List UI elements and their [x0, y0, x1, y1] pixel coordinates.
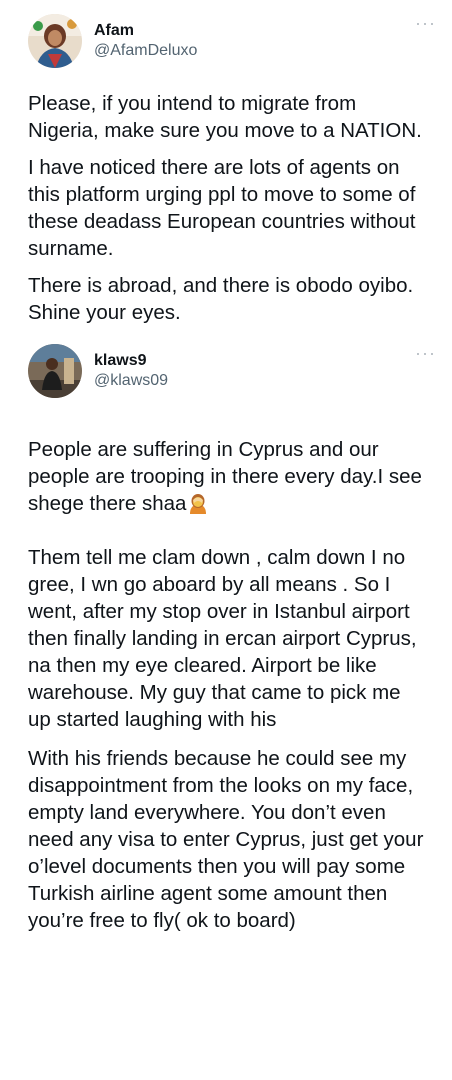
display-name[interactable]: Afam [94, 21, 197, 41]
user-handle[interactable]: @AfamDeluxo [94, 41, 197, 61]
tweet-text: People are suffering in Cyprus and our p… [28, 436, 436, 934]
tweet-header: klaws9 @klaws09 [28, 330, 436, 412]
tweet-paragraph: Please, if you intend to migrate from Ni… [28, 92, 422, 142]
tweet-afam: Afam @AfamDeluxo ··· Please, if you inte… [0, 0, 452, 326]
woman-facepalming-emoji-icon [187, 492, 209, 514]
tweet-paragraph: With his friends because he could see my… [28, 747, 424, 932]
tweet-paragraph: I have noticed there are lots of agents … [28, 156, 416, 260]
tweet-text: Please, if you intend to migrate from Ni… [28, 90, 436, 326]
tweet-header: Afam @AfamDeluxo [28, 0, 436, 82]
author-names: Afam @AfamDeluxo [94, 21, 197, 61]
display-name[interactable]: klaws9 [94, 351, 168, 371]
avatar[interactable] [28, 14, 82, 68]
tweet-paragraph: Them tell me clam down , calm down I no … [28, 546, 417, 731]
tweet-paragraph: There is abroad, and there is obodo oyib… [28, 274, 414, 324]
more-options-icon[interactable]: ··· [415, 344, 436, 362]
author-names: klaws9 @klaws09 [94, 351, 168, 391]
avatar[interactable] [28, 344, 82, 398]
user-handle[interactable]: @klaws09 [94, 371, 168, 391]
tweet-klaws: klaws9 @klaws09 ··· People are suffering… [0, 330, 452, 934]
tweet-paragraph-text: People are suffering in Cyprus and our p… [28, 438, 422, 515]
more-options-icon[interactable]: ··· [415, 14, 436, 32]
tweet-paragraph: People are suffering in Cyprus and our p… [28, 436, 436, 517]
